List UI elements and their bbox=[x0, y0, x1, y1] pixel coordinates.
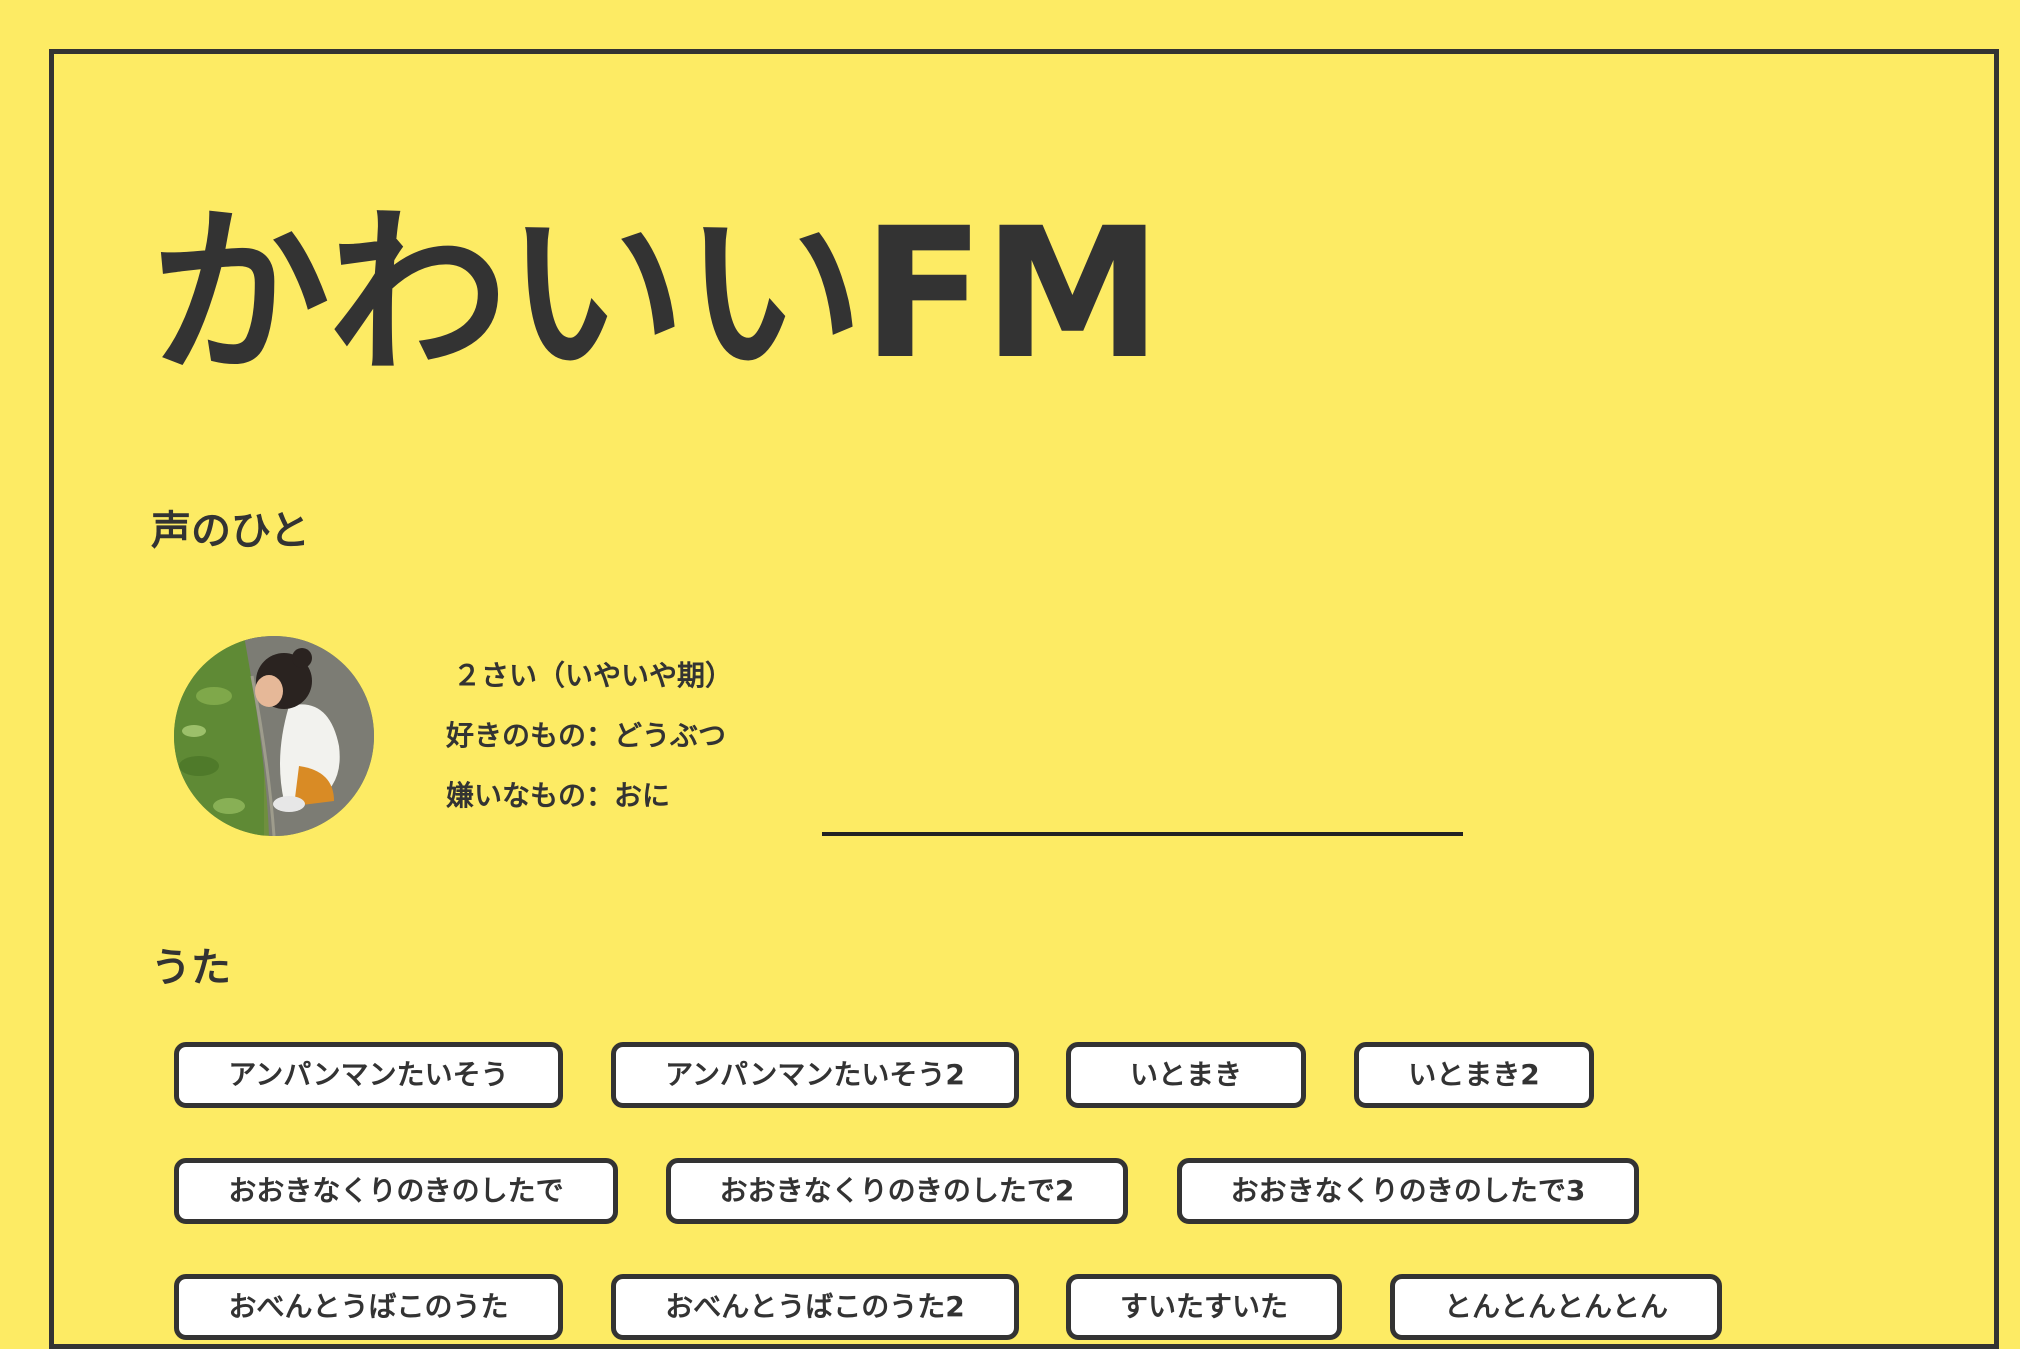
song-button[interactable]: アンパンマンたいそう bbox=[174, 1042, 563, 1108]
site-title: かわいいFM bbox=[150, 190, 1162, 399]
song-button[interactable]: おおきなくりのきのしたで bbox=[174, 1158, 618, 1224]
song-button[interactable]: おべんとうばこのうた2 bbox=[611, 1274, 1019, 1340]
song-button[interactable]: すいたすいた bbox=[1066, 1274, 1342, 1340]
song-button[interactable]: おおきなくりのきのしたで2 bbox=[666, 1158, 1128, 1224]
profile-dislikes: 嫌いなもの：おに bbox=[446, 779, 671, 812]
song-button[interactable]: いとまき2 bbox=[1354, 1042, 1594, 1108]
voice-section-heading: 声のひと bbox=[151, 508, 310, 554]
songs-section-heading: うた bbox=[151, 945, 231, 991]
profile-info: ２さい（いやいや期） 好きのもの：どうぶつ 嫌いなもの：おに bbox=[446, 652, 733, 832]
song-button[interactable]: おおきなくりのきのしたで3 bbox=[1177, 1158, 1639, 1224]
song-button[interactable]: アンパンマンたいそう2 bbox=[611, 1042, 1019, 1108]
child-photo bbox=[174, 636, 374, 836]
song-button[interactable]: いとまき bbox=[1066, 1042, 1306, 1108]
profile-age: ２さい（いやいや期） bbox=[453, 659, 734, 692]
avatar bbox=[174, 636, 374, 836]
profile-likes: 好きのもの：どうぶつ bbox=[446, 719, 727, 752]
song-button[interactable]: おべんとうばこのうた bbox=[174, 1274, 563, 1340]
song-button[interactable]: とんとんとんとん bbox=[1390, 1274, 1722, 1340]
divider-line bbox=[822, 832, 1463, 836]
